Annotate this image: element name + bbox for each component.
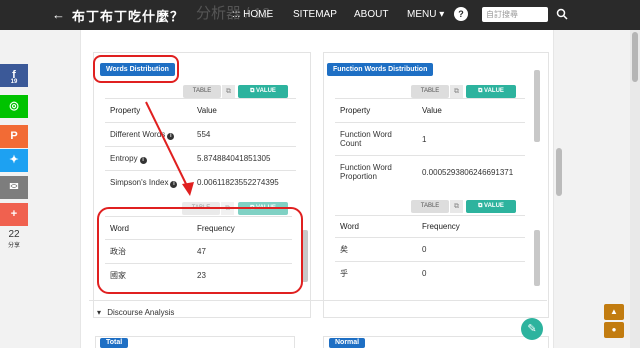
edit-button[interactable]: ✎: [521, 318, 543, 340]
arrow-up-icon: ▲: [610, 307, 618, 316]
copy-icon[interactable]: ⧉: [450, 200, 463, 213]
facebook-count: 19: [10, 79, 18, 85]
share-total-label: 分享: [7, 243, 20, 249]
word-cell: 矣: [335, 237, 417, 262]
normal-button[interactable]: Normal: [329, 338, 366, 348]
search-input[interactable]: 自訂搜尋: [482, 7, 548, 22]
site-title[interactable]: 布丁布丁吃什麼？: [72, 6, 184, 25]
chat-icon: ●: [611, 325, 617, 334]
value-cell: 5.874884041851305: [192, 146, 296, 171]
frequency-cell: 0: [417, 261, 525, 286]
nav-about[interactable]: ABOUT: [354, 9, 388, 20]
frequency-cell: 0: [417, 237, 525, 262]
share-total-count: 22: [8, 229, 20, 240]
pencil-icon: ✎: [527, 323, 537, 335]
twitter-share-button[interactable]: ✦: [0, 149, 28, 172]
copy-icon[interactable]: ⧉: [450, 85, 463, 98]
top-navbar: ← 布丁布丁吃什麼？ 分析器 / 12 ::: HOME SITEMAP ABO…: [0, 0, 640, 30]
words-value-label: VALUE: [256, 88, 276, 94]
property-cell: Function Word Proportion: [335, 155, 417, 189]
value-cell: 0.00611823552274395: [192, 170, 296, 195]
value-cell: 1: [417, 122, 525, 156]
share-total: 22 分享: [0, 229, 28, 249]
property-cell: Function Word Count: [335, 122, 417, 156]
chat-button[interactable]: ●: [604, 322, 624, 338]
inner-scrollbar[interactable]: [556, 148, 562, 196]
annotation-box: [97, 207, 303, 294]
frequency-header: Frequency: [417, 215, 525, 238]
help-icon[interactable]: ?: [454, 7, 468, 21]
property-name: Entropy: [110, 153, 138, 163]
value-cell: 554: [192, 122, 296, 147]
words-property-table: Property Value Different Words i 554 Entr…: [105, 98, 296, 195]
twitter-icon: ✦: [9, 154, 19, 166]
word-cell: 乎: [335, 261, 417, 286]
chevron-down-icon: ▾: [97, 308, 102, 317]
divider: [89, 300, 547, 301]
fw-freq-value-label: VALUE: [484, 203, 504, 209]
word-header: Word: [335, 215, 417, 238]
property-header: Property: [335, 98, 417, 123]
copy-icon[interactable]: ⧉: [222, 85, 235, 98]
nav-menu[interactable]: MENU ▾: [407, 9, 444, 20]
table-row: Function Word Count 1: [335, 122, 525, 156]
plus-icon: +: [10, 208, 18, 220]
fw-freq-table-button[interactable]: TABLE: [411, 200, 449, 213]
discourse-analysis-title: Discourse Analysis: [107, 308, 175, 317]
table-row: Entropy i 5.874884041851305: [105, 146, 296, 171]
plurk-share-button[interactable]: P: [0, 125, 28, 148]
fw-value-label: VALUE: [484, 88, 504, 94]
email-icon: ✉: [9, 181, 19, 193]
table-row: 矣 0: [335, 237, 525, 262]
page-scrollbar-thumb[interactable]: [632, 32, 638, 82]
annotation-box: [93, 55, 179, 83]
function-words-button[interactable]: Function Words Distribution: [327, 63, 434, 76]
back-arrow-icon[interactable]: ←: [52, 7, 65, 22]
fw-value-button[interactable]: ⧉ VALUE: [466, 85, 516, 98]
line-share-button[interactable]: ◎: [0, 95, 28, 118]
words-value-button[interactable]: ⧉ VALUE: [238, 85, 288, 98]
value-header: Value: [192, 98, 296, 123]
table-row: Different Words i 554: [105, 122, 296, 147]
annotation-arrow: [145, 101, 194, 196]
plurk-icon: P: [10, 130, 18, 142]
fw-frequency-table: Word Frequency 矣 0 乎 0: [335, 215, 525, 286]
email-share-button[interactable]: ✉: [0, 176, 28, 199]
more-share-button[interactable]: +: [0, 203, 28, 226]
discourse-analysis-heading[interactable]: ▾ Discourse Analysis: [97, 308, 174, 317]
search-icon[interactable]: [556, 8, 568, 20]
nav-home[interactable]: ::: HOME: [232, 9, 273, 20]
scrollbar[interactable]: [534, 230, 540, 286]
fw-table-button[interactable]: TABLE: [411, 85, 449, 98]
table-row: Function Word Proportion 0.0005293806246…: [335, 155, 525, 189]
line-icon: ◎: [9, 100, 19, 112]
table-row: Simpson's Index i 0.00611823552274395: [105, 170, 296, 195]
value-cell: 0.0005293806246691371: [417, 155, 525, 189]
scroll-top-button[interactable]: ▲: [604, 304, 624, 320]
facebook-share-button[interactable]: f 19: [0, 64, 28, 87]
total-button[interactable]: Total: [100, 338, 129, 348]
fw-property-table: Property Value Function Word Count 1 Fun…: [335, 98, 525, 189]
value-header: Value: [417, 98, 525, 123]
scrollbar[interactable]: [534, 70, 540, 142]
table-row: 乎 0: [335, 261, 525, 286]
fw-freq-value-button[interactable]: ⧉ VALUE: [466, 200, 516, 213]
nav-sitemap[interactable]: SITEMAP: [293, 9, 337, 20]
